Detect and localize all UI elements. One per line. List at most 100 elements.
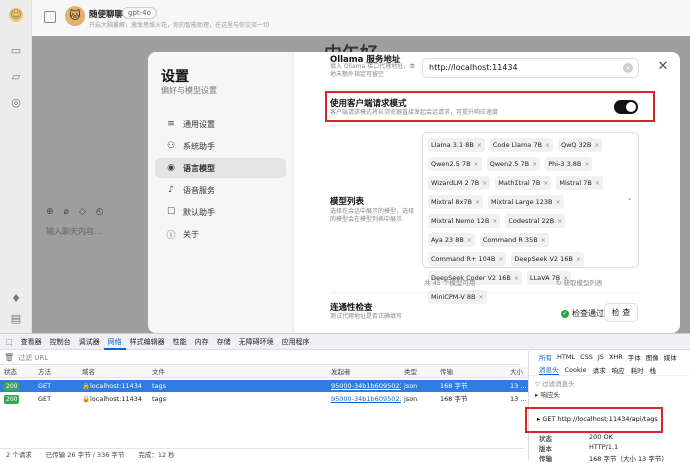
detail-key: 状态 [539,435,552,443]
nav-general[interactable]: ≡ 通用设置 [155,114,286,134]
remove-tag-icon[interactable]: × [556,199,561,206]
model-tag-label: Aya 23 8B [431,236,464,244]
type-filter-tab[interactable]: HTML [557,353,575,361]
devtools-tab[interactable]: 性能 [169,334,191,350]
close-icon[interactable]: ✕ [654,58,672,76]
remove-tag-icon[interactable]: × [576,256,581,263]
request-row[interactable]: 200 GET 🔒 localhost:11434 tags 95000-34b… [0,393,530,405]
remove-tag-icon[interactable]: × [492,218,497,225]
remove-tag-icon[interactable]: × [482,180,487,187]
type-filter-tab[interactable]: CSS [580,353,593,361]
remove-tag-icon[interactable]: × [477,142,482,149]
nav-system-agent[interactable]: ⚇ 系统助手 [155,136,286,156]
folder-icon[interactable]: ▱ [9,70,23,84]
col-domain[interactable]: 域名 [82,366,95,378]
remove-tag-icon[interactable]: × [474,161,479,168]
inspector-icon[interactable]: ⬚ [0,334,17,350]
sidebar-toggle-icon[interactable] [44,11,56,23]
divider [330,89,640,90]
type-filter-tab[interactable]: 图像 [646,352,659,362]
remove-tag-icon[interactable]: × [514,275,519,282]
chevron-down-icon[interactable]: ⌄ [626,193,633,202]
detail-tab[interactable]: 耗时 [631,365,644,375]
nav-voice[interactable]: ♪ 语音服务 [155,180,286,200]
fetch-models-button[interactable]: ↻ 获取模型列表 [556,277,603,287]
nav-language-model[interactable]: ◉ 语言模型 [155,158,286,178]
url-filter[interactable]: 过滤 URL [0,351,520,365]
header-filter[interactable]: ▽ 过滤消息头 [535,378,575,388]
col-transfer[interactable]: 传输 [440,366,453,378]
col-status[interactable]: 状态 [4,366,17,378]
remove-tag-icon[interactable]: × [467,237,472,244]
type-filter-tab[interactable]: 字体 [628,352,641,362]
chat-app: ☺ ▭ ▱ ◎ ♦ ▤ 🐱 随便聊聊 gpt-4o 开启大脑暴解，激发思维火花，… [0,0,690,333]
check-status: ✓ 检查通过 [561,308,604,319]
remove-tag-icon[interactable]: × [478,294,483,301]
remove-tag-icon[interactable]: × [532,161,537,168]
col-file[interactable]: 文件 [152,366,165,378]
type-filter-tab[interactable]: XHR [609,353,623,361]
nav-label: 语言模型 [183,163,215,173]
nav-about[interactable]: ⓘ 关于 [155,224,286,244]
devtools-tab[interactable]: 样式编辑器 [126,334,169,350]
devtools-tab[interactable]: 无障碍环境 [235,334,278,350]
devtools-tab[interactable]: 应用程序 [278,334,314,350]
request-domain: localhost:11434 [90,395,143,403]
model-tag: DeepSeek V2 16B × [511,252,584,266]
detail-tab[interactable]: 响应 [612,365,625,375]
request-row[interactable]: 200 GET 🔒 localhost:11434 tags 95000-34b… [0,380,530,392]
devtools-tabs: ⬚ 查看器 控制台 调试器 网络 样式编辑器 性能 内存 存储 无障碍环境 应用程序 [0,334,690,350]
type-filter-tab[interactable]: 所有 [539,352,552,362]
compass-icon[interactable]: ◎ [9,96,23,110]
model-select[interactable]: Llama 3.1 8B × Code Llama 7B × QwQ 32B × Qwen2… [422,132,639,304]
remove-tag-icon[interactable]: × [594,142,599,149]
user-avatar[interactable]: ☺ [9,8,23,22]
request-table-header: 状态 方法 域名 文件 发起者 类型 传输 大小 [0,366,530,378]
check-button[interactable]: 检 查 [604,303,638,322]
detail-tab[interactable]: 请求 [593,365,606,375]
devtools-tab[interactable]: 网络 [103,334,126,350]
model-tag: Mixtral Nemo 12B × [428,214,501,228]
remove-tag-icon[interactable]: × [557,218,562,225]
chat-icon[interactable]: ▭ [9,44,23,58]
model-tag-label: Mixtral Large 123B [490,198,553,206]
col-size[interactable]: 大小 [510,366,523,378]
detail-tab[interactable]: 栈 [650,365,657,375]
devtools-tab[interactable]: 控制台 [46,334,75,350]
model-tag-label: MiniCPM-V 8B [431,293,476,301]
trash-icon[interactable]: 🗑 [4,353,14,362]
response-headers-toggle[interactable]: ▸ 响应头 [535,389,560,399]
remove-tag-icon[interactable]: × [545,142,550,149]
book-icon[interactable]: ▤ [9,312,23,326]
remove-tag-icon[interactable]: × [498,256,503,263]
model-tag: Mixtral 8x7B × [428,195,483,209]
remove-tag-icon[interactable]: × [584,161,589,168]
check-circle-icon: ✓ [561,309,569,318]
remove-tag-icon[interactable]: × [543,180,548,187]
devtools-tab[interactable]: 查看器 [17,334,46,350]
devtools-tab[interactable]: 调试器 [75,334,104,350]
remove-tag-icon[interactable]: × [541,237,546,244]
request-initiator[interactable]: 95000-34b1b60950235a... [331,393,401,405]
filter-placeholder: 过滤 URL [18,354,49,362]
col-method[interactable]: 方法 [38,366,51,378]
devtools-tab[interactable]: 内存 [191,334,213,350]
detail-tab[interactable]: 消息头 [539,364,559,375]
remove-tag-icon[interactable]: × [595,180,600,187]
model-tag-label: QwQ 32B [560,141,592,149]
type-filter-tab[interactable]: JS [598,353,604,361]
remove-tag-icon[interactable]: × [475,199,480,206]
devtools-tab[interactable]: 存储 [213,334,235,350]
model-tag: MathΣtral 7B × [495,176,552,190]
request-initiator[interactable]: 95000-34b1b60950235a... [331,380,401,392]
col-type[interactable]: 类型 [404,366,417,378]
thumbs-icon[interactable]: ♦ [9,292,23,306]
clear-icon[interactable]: × [623,63,633,73]
detail-tab[interactable]: Cookie [565,366,587,374]
type-filter-tab[interactable]: 媒体 [664,352,677,362]
ollama-url-input[interactable]: http://localhost:11434 × [422,58,639,78]
col-initiator[interactable]: 发起者 [331,366,351,378]
robot-icon: ☐ [166,207,176,217]
request-file: tags [152,382,167,390]
nav-default-agent[interactable]: ☐ 默认助手 [155,202,286,222]
